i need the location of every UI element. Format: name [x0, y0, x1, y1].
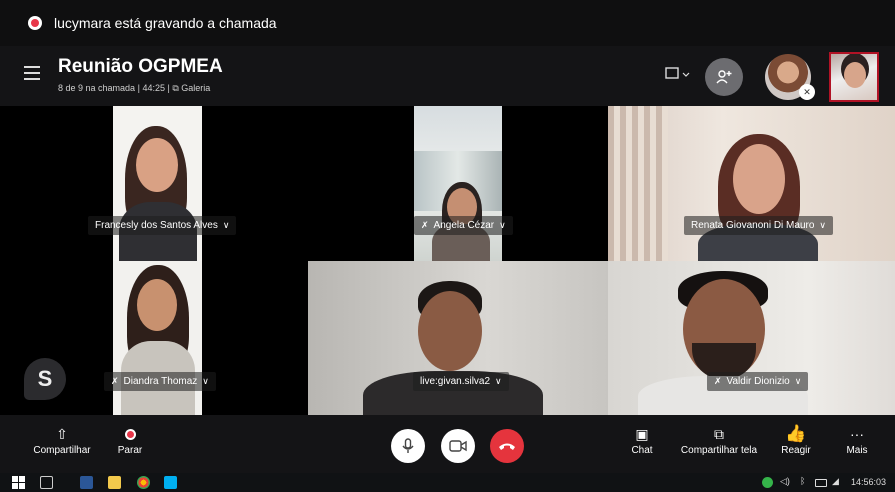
react-button[interactable]: 👍 Reagir: [778, 423, 814, 456]
participant-tile-2[interactable]: [414, 106, 502, 261]
participant-name-label-3[interactable]: Renata Giovanoni Di Mauro ∨: [684, 216, 833, 235]
word-app-icon[interactable]: [80, 476, 93, 489]
chevron-down-icon: ∨: [202, 376, 209, 386]
participant-name-label-1[interactable]: Francesly dos Santos Alves ∨: [88, 216, 237, 235]
separator: |: [167, 83, 170, 93]
recording-icon: [28, 16, 42, 30]
chrome-app-icon[interactable]: [137, 476, 150, 489]
participant-name-label-5[interactable]: live:givan.silva2 ∨: [413, 372, 509, 391]
skype-app-icon[interactable]: [164, 476, 177, 489]
battery-icon[interactable]: [815, 479, 827, 487]
share-screen-icon: ⧉: [714, 426, 724, 442]
share-label: Compartilhar: [33, 445, 91, 456]
skype-logo-icon: S: [24, 358, 66, 400]
skype-call-window: lucymara está gravando a chamada Reunião…: [0, 0, 895, 492]
chat-icon: ▣: [635, 426, 649, 442]
end-call-button[interactable]: [490, 429, 524, 463]
more-button[interactable]: ··· Mais: [842, 423, 872, 456]
share-screen-button[interactable]: ⧉ Compartilhar tela: [680, 423, 758, 456]
file-explorer-icon[interactable]: [108, 476, 121, 489]
stop-recording-button[interactable]: Parar: [112, 423, 148, 456]
react-label: Reagir: [781, 445, 811, 456]
separator: |: [137, 83, 140, 93]
call-title: Reunião OGPMEA: [58, 56, 223, 77]
participant-name: Angela Cézar: [433, 220, 495, 231]
muted-mic-icon: ✗: [714, 376, 722, 386]
recording-banner: lucymara está gravando a chamada: [0, 0, 895, 46]
more-options-icon: ···: [850, 426, 864, 442]
chat-button[interactable]: ▣ Chat: [628, 423, 656, 456]
participant-name: Valdir Dionizio: [726, 376, 790, 387]
participant-name: live:givan.silva2: [420, 376, 491, 387]
stop-label: Parar: [117, 445, 143, 456]
chevron-down-icon: ∨: [222, 220, 230, 230]
more-label: Mais: [846, 445, 868, 456]
add-user-icon: [716, 70, 732, 84]
participant-name: Renata Giovanoni Di Mauro: [691, 220, 815, 231]
participant-name-label-6[interactable]: ✗ Valdir Dionizio ∨: [707, 372, 809, 391]
muted-mic-icon: ✗: [421, 220, 429, 230]
task-view-icon[interactable]: [40, 476, 53, 489]
call-subtitle: 8 de 9 na chamada | 44:25 | ⧉ Galeria: [58, 83, 210, 94]
record-stop-icon: [112, 423, 148, 445]
chevron-down-icon: ∨: [819, 220, 826, 230]
participant-tile-1[interactable]: [113, 106, 202, 261]
self-video-preview[interactable]: [829, 52, 879, 102]
microphone-icon: [402, 438, 414, 453]
taskbar-clock[interactable]: 14:56:03: [851, 477, 886, 487]
participant-name: Francesly dos Santos Alves: [95, 220, 218, 231]
muted-mic-icon: ✕: [799, 84, 815, 100]
participant-name-label-4[interactable]: ✗ Diandra Thomaz ∨: [104, 372, 216, 391]
microphone-button[interactable]: [391, 429, 425, 463]
camera-button[interactable]: [441, 429, 475, 463]
chevron-down-icon: ∨: [499, 220, 506, 230]
call-duration: 44:25: [142, 83, 165, 93]
participant-tile-5[interactable]: [308, 261, 608, 415]
add-participant-button[interactable]: [705, 58, 743, 96]
call-header: Reunião OGPMEA 8 de 9 na chamada | 44:25…: [0, 46, 895, 106]
participant-tile-6[interactable]: [608, 261, 895, 415]
share-button[interactable]: ⇧ Compartilhar: [32, 423, 92, 456]
participant-tile-4[interactable]: [113, 261, 202, 415]
gallery-icon: ⧉: [172, 83, 179, 93]
call-controls-bar: ⇧ Compartilhar Parar ▣ Chat ⧉ Compartilh…: [0, 415, 895, 473]
chevron-down-icon: ∨: [495, 376, 502, 386]
thumbs-up-icon: 👍: [785, 424, 807, 443]
chevron-down-icon: ∨: [794, 376, 802, 386]
video-camera-icon: [449, 440, 467, 452]
layout-icon: [665, 67, 690, 79]
menu-icon[interactable]: [24, 66, 40, 80]
hang-up-icon: [499, 443, 515, 450]
participant-tile-3[interactable]: [608, 106, 895, 261]
windows-taskbar: ◁) ᛒ ◢ 14:56:03: [0, 473, 895, 492]
windows-start-icon[interactable]: [12, 476, 25, 489]
participant-count: 8 de 9 na chamada: [58, 83, 136, 93]
participant-name-label-2[interactable]: ✗ Angela Cézar ∨: [414, 216, 513, 235]
tray-status-icon[interactable]: [762, 477, 773, 488]
share-screen-label: Compartilhar tela: [680, 445, 758, 456]
bluetooth-icon[interactable]: ᛒ: [800, 476, 810, 489]
muted-mic-icon: ✗: [111, 376, 119, 386]
layout-toggle-button[interactable]: [663, 64, 693, 84]
view-mode-label[interactable]: Galeria: [181, 83, 210, 93]
share-icon: ⇧: [56, 426, 68, 442]
participant-name: Diandra Thomaz: [123, 376, 198, 387]
recording-text: lucymara está gravando a chamada: [54, 15, 277, 31]
chat-label: Chat: [631, 445, 653, 456]
volume-icon[interactable]: ◁): [780, 476, 794, 489]
wifi-icon[interactable]: ◢: [832, 476, 844, 489]
